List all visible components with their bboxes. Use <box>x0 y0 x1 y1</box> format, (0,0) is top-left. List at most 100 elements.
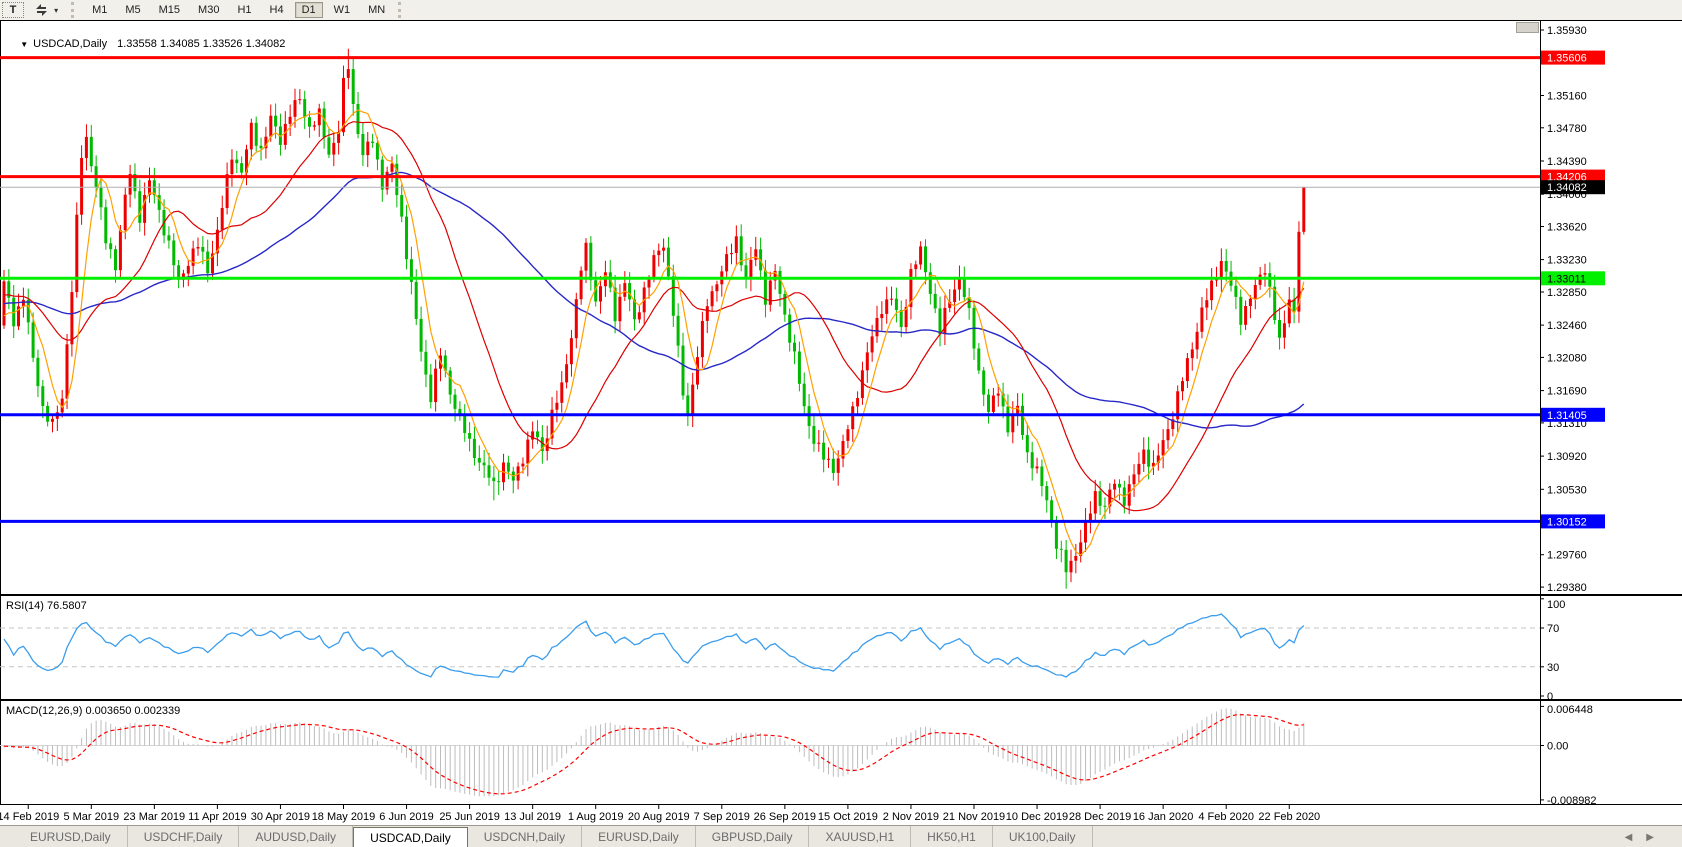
chart-scrollbar-thumb[interactable] <box>1516 22 1539 33</box>
candle-down <box>492 477 496 482</box>
macd-canvas: 0.006448 0.00 -0.008982 MACD(12,26,9) 0.003… <box>0 700 1682 807</box>
candle-down <box>371 141 375 143</box>
rsi-canvas: 100 70 30 0 RSI(14) 76.5807 <box>0 595 1682 703</box>
chart-tab-gbpusd-daily[interactable]: GBPUSD,Daily <box>696 826 810 847</box>
candle-up <box>298 99 302 101</box>
timeframe-button-m1[interactable]: M1 <box>85 2 114 18</box>
candle-down <box>356 104 360 134</box>
rsi-tick-label: 0 <box>1547 691 1553 700</box>
candle-up <box>1248 298 1252 306</box>
chart-tab-audusd-daily[interactable]: AUDUSD,Daily <box>239 826 354 847</box>
candle-up <box>1253 285 1257 299</box>
date-tick-label: 14 Feb 2019 <box>0 811 59 823</box>
price-tick-label: 1.33620 <box>1547 222 1587 234</box>
candle-up <box>346 69 350 78</box>
candle-down <box>322 108 326 138</box>
candle-down <box>206 251 210 274</box>
candle-down <box>104 207 108 244</box>
candle-up <box>1035 466 1039 469</box>
candle-up <box>390 163 394 172</box>
chart-tab-eurusd-daily[interactable]: EURUSD,Daily <box>582 826 696 847</box>
timeframe-button-d1[interactable]: D1 <box>294 2 323 18</box>
candle-down <box>419 319 423 352</box>
date-axis[interactable]: 14 Feb 2019 5 Mar 2019 23 Mar 2019 11 Apr 2… <box>0 805 1682 825</box>
candle-up <box>565 364 569 383</box>
candle-up <box>734 236 738 253</box>
candle-up <box>21 299 25 307</box>
candle-down <box>666 247 670 277</box>
macd-indicator-panel[interactable]: 0.006448 0.00 -0.008982 MACD(12,26,9) 0.003… <box>0 700 1682 807</box>
candle-down <box>802 383 806 407</box>
chart-tab-usdcnh-daily[interactable]: USDCNH,Daily <box>468 826 583 847</box>
symbol-dropdown-icon[interactable]: ▼ <box>20 40 28 49</box>
candle-up <box>647 278 651 288</box>
candle-up <box>230 159 234 175</box>
timeframe-button-w1[interactable]: W1 <box>327 2 358 18</box>
candle-up <box>1132 474 1136 485</box>
candle-down <box>424 351 428 375</box>
candle-down <box>797 351 801 384</box>
timeframe-button-m5[interactable]: M5 <box>118 2 147 18</box>
chart-arrange-button[interactable]: ▾ <box>28 2 65 18</box>
chart-tab-uk100-daily[interactable]: UK100,Daily <box>993 826 1093 847</box>
candle-down <box>172 240 176 266</box>
ma-mid-line <box>3 121 1305 512</box>
candle-down <box>429 374 433 403</box>
candle-down <box>114 249 117 271</box>
candle-down <box>962 277 966 297</box>
timeframe-button-m15[interactable]: M15 <box>152 2 187 18</box>
candle-up <box>84 136 88 158</box>
candle-up <box>1219 261 1223 280</box>
date-tick-label: 13 Jul 2019 <box>504 811 561 823</box>
candle-down <box>235 159 239 164</box>
price-tick-label: 1.29760 <box>1547 550 1587 562</box>
tab-scroll-right-icon[interactable]: ▶ <box>1646 832 1654 843</box>
tab-scroll-left-icon[interactable]: ◀ <box>1625 832 1633 843</box>
candle-up <box>1142 449 1146 464</box>
rsi-indicator-panel[interactable]: 100 70 30 0 RSI(14) 76.5807 <box>0 595 1682 703</box>
candle-up <box>186 265 190 274</box>
candle-up <box>662 247 666 251</box>
candle-down <box>1278 320 1281 338</box>
candle-down <box>812 426 816 444</box>
candle-up <box>288 116 292 124</box>
candle-down <box>26 299 30 323</box>
candle-down <box>793 342 796 352</box>
candle-up <box>851 406 855 430</box>
candle-up <box>80 158 84 215</box>
main-price-chart[interactable]: 1.35930 1.35160 1.34780 1.34390 1.34000 1.336… <box>0 20 1682 595</box>
chart-tab-bar: EURUSD,Daily USDCHF,Daily AUDUSD,Daily USDC… <box>0 825 1682 847</box>
text-tool-button[interactable]: T <box>2 2 24 18</box>
timeframe-button-h1[interactable]: H1 <box>230 2 258 18</box>
candle-down <box>1234 285 1238 297</box>
candle-down <box>938 308 942 335</box>
candle-up <box>637 312 641 320</box>
macd-histogram <box>3 708 1305 797</box>
candle-up <box>249 122 253 150</box>
chart-tab-usdchf-daily[interactable]: USDCHF,Daily <box>128 826 240 847</box>
price-tick-label: 1.32080 <box>1547 352 1587 364</box>
candle-up <box>991 395 995 412</box>
ohlc-close: 1.34082 <box>245 38 286 50</box>
candle-down <box>453 394 457 409</box>
candle-down <box>472 438 476 458</box>
toolbar: T ▾ M1 M5 M15 M30 H1 H4 D1 W1 MN <box>0 0 1682 21</box>
timeframe-button-mn[interactable]: MN <box>361 2 392 18</box>
date-tick-label: 22 Feb 2020 <box>1258 811 1320 823</box>
candle-down <box>380 159 384 190</box>
candle-up <box>618 296 622 322</box>
candle-down <box>138 191 142 223</box>
chart-tab-eurusd-daily[interactable]: EURUSD,Daily <box>14 826 128 847</box>
chart-tab-xauusd-h1[interactable]: XAUUSD,H1 <box>809 826 912 847</box>
chart-header: ▼ USDCAD,Daily 1.33558 1.34085 1.33526 1.3… <box>8 26 285 62</box>
candle-down <box>414 281 418 319</box>
price-tick-label: 1.29380 <box>1547 582 1587 594</box>
timeframe-button-h4[interactable]: H4 <box>263 2 291 18</box>
timeframe-button-m30[interactable]: M30 <box>191 2 226 18</box>
chart-tab-hk50-h1[interactable]: HK50,H1 <box>911 826 993 847</box>
candle-down <box>1103 505 1107 507</box>
candle-down <box>482 462 486 466</box>
chart-tab-usdcad-daily[interactable]: USDCAD,Daily <box>353 827 468 847</box>
price-badge-label: 1.30152 <box>1547 516 1587 528</box>
candle-up <box>521 463 525 467</box>
